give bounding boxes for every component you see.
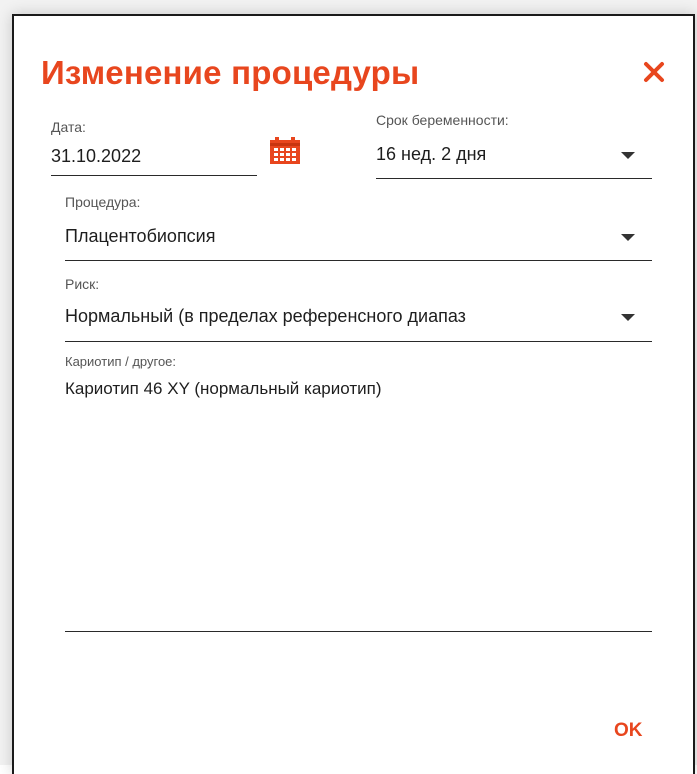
chevron-down-icon bbox=[621, 314, 635, 321]
chevron-down-icon bbox=[621, 234, 635, 241]
chevron-down-icon bbox=[621, 152, 635, 159]
close-button[interactable] bbox=[642, 60, 668, 86]
karyotype-underline bbox=[65, 631, 652, 632]
close-icon bbox=[642, 60, 668, 86]
dialog-title: Изменение процедуры bbox=[41, 54, 420, 91]
edit-procedure-dialog: Изменение процедуры Дата: 31.10.2022 Сро… bbox=[12, 14, 695, 774]
gestation-underline bbox=[376, 178, 652, 179]
date-underline bbox=[51, 175, 257, 176]
date-label: Дата: bbox=[51, 119, 86, 135]
risk-label: Риск: bbox=[65, 276, 100, 292]
gestation-value: 16 нед. 2 дня bbox=[376, 144, 487, 164]
procedure-label: Процедура: bbox=[65, 194, 141, 210]
procedure-value: Плацентобиопсия bbox=[65, 226, 216, 246]
risk-value: Нормальный (в пределах референсного диап… bbox=[65, 306, 466, 326]
ok-button[interactable]: OK bbox=[614, 720, 643, 742]
calendar-button[interactable] bbox=[269, 137, 301, 165]
date-input[interactable]: 31.10.2022 bbox=[51, 146, 251, 167]
karyotype-label: Кариотип / другое: bbox=[65, 354, 177, 369]
karyotype-textarea[interactable]: Кариотип 46 XY (нормальный кариотип) bbox=[65, 379, 652, 399]
procedure-underline bbox=[65, 260, 652, 261]
gestation-label: Срок беременности: bbox=[376, 112, 509, 128]
calendar-icon bbox=[269, 137, 301, 169]
risk-underline bbox=[65, 341, 652, 342]
